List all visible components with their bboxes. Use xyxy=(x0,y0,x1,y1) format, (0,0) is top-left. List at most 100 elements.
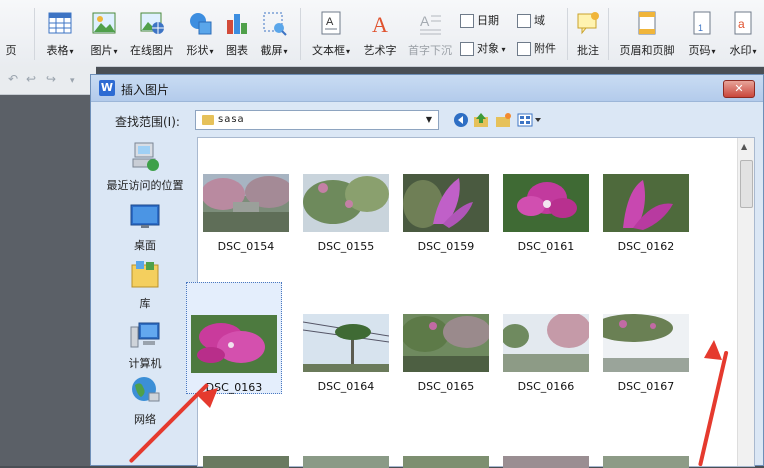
svg-text:A: A xyxy=(372,12,388,36)
dropcap-icon: A xyxy=(417,10,443,36)
insert-ribbon: 页 表格▾ 图片▾ 在线图片 形状▾ 图表 截屏▾ A 文本框▾ A 艺术字 A… xyxy=(0,0,764,67)
date-button[interactable]: 日期 xyxy=(460,12,499,30)
new-folder-button[interactable] xyxy=(495,112,511,128)
look-in-select[interactable]: sasa ▼ xyxy=(195,110,439,130)
svg-text:a: a xyxy=(738,17,745,31)
annotation-arrowhead xyxy=(704,340,722,360)
header-footer-button[interactable]: 页眉和页脚 xyxy=(614,6,680,62)
file-name: DSC_0162 xyxy=(617,240,675,253)
online-picture-button[interactable]: 在线图片 xyxy=(126,6,178,62)
screenshot-label: 截屏 xyxy=(260,44,283,57)
file-item[interactable]: DSC_0161 xyxy=(498,174,594,253)
file-item[interactable]: DSC_0162 xyxy=(598,174,694,253)
svg-text:A: A xyxy=(326,16,334,28)
file-item-selected[interactable]: DSC_0163 xyxy=(186,282,282,394)
file-thumbnail xyxy=(603,174,689,232)
field-button[interactable]: 域 xyxy=(517,12,545,30)
chevron-down-icon[interactable]: ▾ xyxy=(70,76,75,86)
place-computer[interactable]: 计算机 xyxy=(99,319,191,371)
file-name: DSC_0167 xyxy=(617,380,675,393)
field-icon xyxy=(517,14,531,28)
file-thumbnail xyxy=(503,314,589,372)
view-menu-button[interactable] xyxy=(517,112,543,128)
dialog-title-bar[interactable]: W 插入图片 ✕ xyxy=(91,75,763,102)
file-item[interactable]: DSC_0154 xyxy=(198,174,294,253)
file-item[interactable]: DSC_0165 xyxy=(398,314,494,393)
header-footer-icon xyxy=(634,10,660,36)
back-icon[interactable]: ↶ xyxy=(8,72,18,86)
file-list-pane[interactable]: ▲ DSC_0154 DSC_0155 DSC_0159 DSC_0161 DS… xyxy=(186,137,755,468)
file-item[interactable]: DSC_0155 xyxy=(298,174,394,253)
wordart-label: 艺术字 xyxy=(363,44,397,57)
file-thumbnail xyxy=(403,174,489,232)
desktop-icon xyxy=(129,201,161,233)
header-footer-label: 页眉和页脚 xyxy=(619,44,675,57)
object-icon xyxy=(460,42,474,56)
comment-label: 批注 xyxy=(577,44,599,57)
attachment-icon xyxy=(517,42,531,56)
file-thumbnail xyxy=(303,174,389,232)
ribbon-separator xyxy=(34,8,35,60)
redo-icon[interactable]: ↪ xyxy=(46,72,56,86)
dropcap-label: 首字下沉 xyxy=(408,44,452,57)
comment-icon xyxy=(575,10,601,36)
shapes-icon xyxy=(187,10,213,36)
place-libraries[interactable]: 库 xyxy=(99,259,191,311)
object-button[interactable]: 对象 ▾ xyxy=(460,40,506,58)
wordart-button[interactable]: A 艺术字 xyxy=(360,6,400,62)
place-desktop-label: 桌面 xyxy=(134,239,156,252)
file-thumbnail[interactable] xyxy=(503,456,589,468)
file-name: DSC_0164 xyxy=(317,380,375,393)
page-number-label: 页码 xyxy=(688,44,711,57)
scroll-up-icon[interactable]: ▲ xyxy=(741,142,747,151)
place-recent[interactable]: 最近访问的位置 xyxy=(99,141,191,193)
table-button[interactable]: 表格▾ xyxy=(40,6,80,62)
ribbon-partial-item[interactable]: 页 xyxy=(0,6,22,62)
undo-icon[interactable]: ↩ xyxy=(26,72,36,86)
scrollbar-thumb[interactable] xyxy=(740,160,753,208)
screenshot-button[interactable]: 截屏▾ xyxy=(254,6,294,62)
file-name: DSC_0154 xyxy=(217,240,275,253)
close-button[interactable]: ✕ xyxy=(723,80,755,98)
online-picture-label: 在线图片 xyxy=(130,44,174,57)
back-button[interactable] xyxy=(453,112,469,128)
file-item[interactable]: DSC_0164 xyxy=(298,314,394,393)
file-thumbnail[interactable] xyxy=(603,456,689,468)
table-label: 表格 xyxy=(46,44,69,57)
file-thumbnail xyxy=(203,174,289,232)
file-thumbnail[interactable] xyxy=(303,456,389,468)
place-libraries-label: 库 xyxy=(139,297,151,310)
place-desktop[interactable]: 桌面 xyxy=(99,201,191,253)
document-area xyxy=(0,66,96,466)
vertical-scrollbar[interactable]: ▲ xyxy=(737,138,754,466)
dropcap-button[interactable]: A 首字下沉 xyxy=(404,6,456,62)
page-number-button[interactable]: 1 页码▾ xyxy=(682,6,722,62)
ribbon-separator xyxy=(300,8,301,60)
file-item[interactable]: DSC_0166 xyxy=(498,314,594,393)
wps-logo-icon: W xyxy=(99,80,115,96)
shapes-button[interactable]: 形状▾ xyxy=(180,6,220,62)
ribbon-separator xyxy=(567,8,568,60)
file-item[interactable]: DSC_0159 xyxy=(398,174,494,253)
file-name: DSC_0161 xyxy=(517,240,575,253)
chart-label: 图表 xyxy=(226,44,248,57)
file-item[interactable]: DSC_0167 xyxy=(598,314,694,393)
comment-button[interactable]: 批注 xyxy=(572,6,604,62)
place-network[interactable]: 网络 xyxy=(99,375,191,427)
textbox-label: 文本框 xyxy=(311,44,345,57)
file-thumbnail[interactable] xyxy=(203,456,289,468)
picture-button[interactable]: 图片▾ xyxy=(84,6,124,62)
computer-icon xyxy=(129,319,161,351)
textbox-icon: A xyxy=(318,10,344,36)
date-label: 日期 xyxy=(477,14,499,27)
attachment-button[interactable]: 附件 xyxy=(517,40,556,58)
screenshot-icon xyxy=(261,10,287,36)
file-thumbnail[interactable] xyxy=(403,456,489,468)
up-folder-button[interactable] xyxy=(473,112,489,128)
calendar-icon xyxy=(460,14,474,28)
textbox-button[interactable]: A 文本框▾ xyxy=(306,6,356,62)
file-name: DSC_0155 xyxy=(317,240,375,253)
watermark-button[interactable]: a 水印▾ xyxy=(724,6,762,62)
dialog-title: 插入图片 xyxy=(121,83,170,97)
chart-button[interactable]: 图表 xyxy=(222,6,252,62)
